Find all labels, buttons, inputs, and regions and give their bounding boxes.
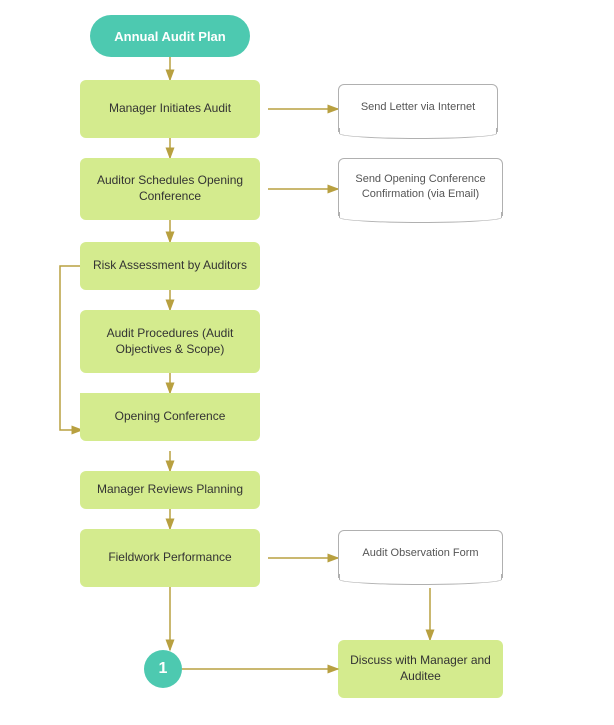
annual-audit-plan-node: Annual Audit Plan (90, 15, 250, 57)
risk-assessment-node: Risk Assessment by Auditors (80, 242, 260, 290)
connector-1-node: 1 (144, 650, 182, 688)
manager-initiates-node: Manager Initiates Audit (80, 80, 260, 138)
manager-reviews-node: Manager Reviews Planning (80, 471, 260, 509)
send-letter-node: Send Letter via Internet (338, 84, 498, 132)
discuss-manager-node: Discuss with Manager and Auditee (338, 640, 503, 698)
fieldwork-performance-node: Fieldwork Performance (80, 529, 260, 587)
opening-conference-node: Opening Conference (80, 393, 260, 441)
send-opening-node: Send Opening Conference Confirmation (vi… (338, 158, 503, 216)
diagram: Annual Audit Plan Manager Initiates Audi… (0, 0, 614, 725)
audit-observation-form-node: Audit Observation Form (338, 530, 503, 578)
audit-procedures-node: Audit Procedures (Audit Objectives & Sco… (80, 310, 260, 373)
auditor-schedules-node: Auditor Schedules Opening Conference (80, 158, 260, 220)
